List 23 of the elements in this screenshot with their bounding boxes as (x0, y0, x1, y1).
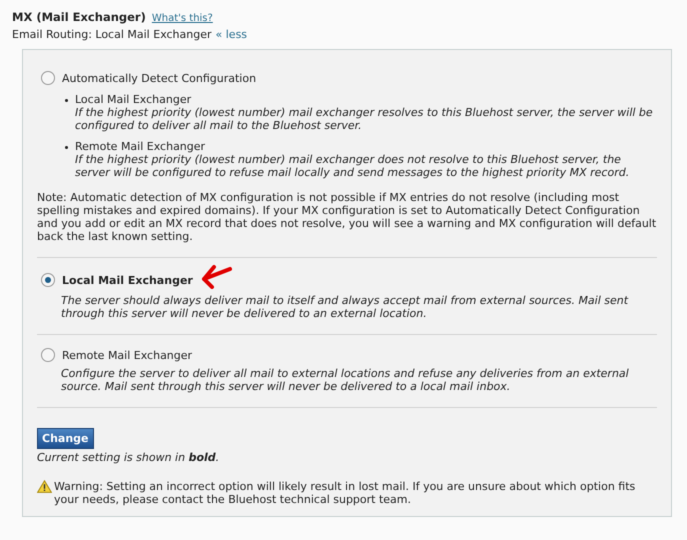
radio-button[interactable] (41, 348, 55, 362)
current-setting-hint: Current setting is shown in bold. (37, 451, 220, 464)
option-label: Automatically Detect Configuration (62, 72, 256, 84)
bullet-description: If the highest priority (lowest number) mail exchanger does not resolve to this Bluehost server, the server will be configured to refuse mail locally and send messages to the highest priority MX record. (75, 153, 630, 179)
bullet-title: Remote Mail Exchanger (75, 140, 206, 153)
warning-text: Warning: Setting an incorrect option will likely result in lost mail. If you are unsure about which option fits your needs, please contact the Bluehost technical support team. (54, 480, 636, 506)
help-link[interactable]: What's this? (152, 11, 213, 27)
section-title: MX (Mail Exchanger) (12, 9, 146, 25)
bullet-description: If the highest priority (lowest number) mail exchanger resolves to this Bluehost server, the server will be configured to deliver all mail to the Bluehost server. (75, 106, 654, 132)
change-button[interactable]: Change (37, 428, 94, 449)
radio-button[interactable] (41, 273, 55, 287)
option-description: The server should always deliver mail to itself and always accept mail from external sources. Mail sent through this server will never be delivered to an external location. (61, 294, 630, 320)
bullet-title: Local Mail Exchanger (75, 93, 192, 106)
option-description: Configure the server to deliver all mail to external locations and refuse any deliveries from an external source. Mail sent through this server will never be delivered to a local mail inbox. (61, 367, 630, 393)
option-label: Local Mail Exchanger (62, 274, 193, 286)
option-label: Remote Mail Exchanger (62, 348, 192, 362)
radio-button[interactable] (41, 71, 55, 85)
less-link[interactable]: « less (216, 27, 248, 43)
bullet-icon (65, 146, 68, 149)
routing-label: Email Routing: Local Mail Exchanger (12, 27, 212, 43)
note-text: Note: Automatic detection of MX configuration is not possible if MX entries do not resolve (including most spelling mistakes and expired domains). If your MX configuration is set to Automatically Detect Configuration and you add or edit an MX record that does not resolve, you will see a warning and MX configuration will default back the last known setting. (37, 191, 657, 243)
bullet-icon (65, 99, 68, 102)
warning-icon (37, 480, 52, 493)
